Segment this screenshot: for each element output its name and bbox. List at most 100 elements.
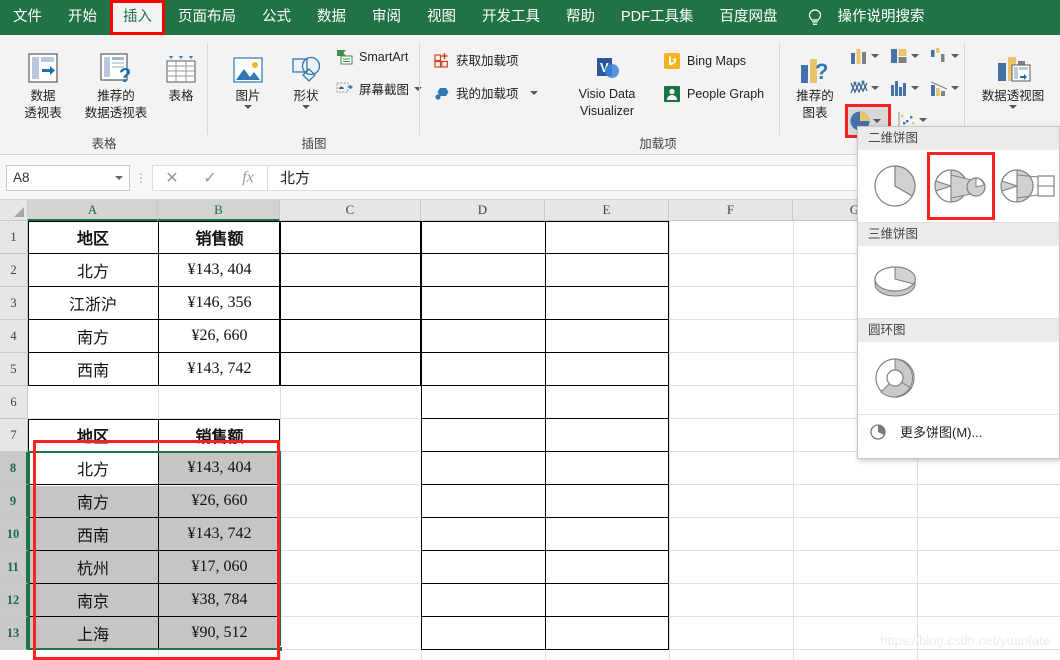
table-button[interactable]: 表格	[158, 45, 204, 104]
get-addins-button[interactable]: 获取加载项	[434, 50, 519, 69]
bar-of-pie-option[interactable]	[996, 155, 1058, 217]
row-header-11[interactable]: 11	[0, 551, 28, 584]
pie-chart-caret[interactable]	[873, 119, 881, 123]
my-addins-caret[interactable]	[529, 90, 538, 95]
smartart-button[interactable]: SmartArt	[336, 49, 408, 65]
shapes-button[interactable]: 形状	[280, 45, 332, 109]
row-header-8[interactable]: 8	[0, 452, 28, 485]
menu-item-pdf-tools[interactable]: PDF工具集	[608, 0, 707, 35]
cell-B7[interactable]: 销售额	[159, 419, 280, 451]
column-header-B[interactable]: B	[158, 200, 280, 221]
cell-A8[interactable]: 北方	[28, 452, 158, 484]
recommended-pivot-table-button[interactable]: ? 推荐的 数据透视表	[78, 45, 154, 121]
column-header-A[interactable]: A	[28, 200, 158, 221]
area-chart-caret[interactable]	[951, 86, 959, 90]
cell-A5[interactable]: 西南	[28, 353, 158, 385]
cell-B13[interactable]: ¥90, 512	[159, 617, 280, 649]
people-graph-button[interactable]: People Graph	[663, 85, 764, 103]
menu-item-formulas[interactable]: 公式	[249, 0, 304, 35]
cell-A3[interactable]: 江浙沪	[28, 287, 158, 319]
column-chart-caret[interactable]	[871, 54, 879, 58]
menu-item-baidu-netdisk[interactable]: 百度网盘	[707, 0, 791, 35]
menu-item-page-layout[interactable]: 页面布局	[165, 0, 249, 35]
picture-button[interactable]: 图片	[222, 45, 274, 109]
doughnut-option[interactable]	[864, 347, 926, 409]
cell-B12[interactable]: ¥38, 784	[159, 584, 280, 616]
tell-me-search[interactable]: 操作说明搜索	[825, 0, 938, 35]
column-header-D[interactable]: D	[421, 200, 545, 221]
cell-A7[interactable]: 地区	[28, 419, 158, 451]
row-header-6[interactable]: 6	[0, 386, 28, 419]
visio-data-visualizer-button[interactable]: V Visio Data Visualizer	[564, 43, 650, 119]
cell-A12[interactable]: 南京	[28, 584, 158, 616]
row-header-9[interactable]: 9	[0, 485, 28, 518]
pivot-chart-button[interactable]: 数据透视图	[971, 45, 1055, 109]
screenshot-button[interactable]: 屏幕截图	[336, 79, 423, 98]
row-header-13[interactable]: 13	[0, 617, 28, 650]
cell-B8[interactable]: ¥143, 404	[159, 452, 280, 484]
row-header-2[interactable]: 2	[0, 254, 28, 287]
waterfall-chart-button[interactable]	[928, 43, 962, 69]
hierarchy-chart-caret[interactable]	[911, 54, 919, 58]
bing-maps-button[interactable]: Bing Maps	[663, 52, 746, 70]
shapes-dropdown-caret[interactable]	[302, 105, 310, 109]
recommended-charts-button[interactable]: ? 推荐的 图表	[786, 45, 844, 121]
name-box-caret[interactable]	[115, 175, 123, 180]
cell-A4[interactable]: 南方	[28, 320, 158, 352]
pivot-chart-caret[interactable]	[1009, 105, 1017, 109]
menu-item-developer[interactable]: 开发工具	[469, 0, 553, 35]
menu-item-review[interactable]: 审阅	[359, 0, 414, 35]
picture-dropdown-caret[interactable]	[244, 105, 252, 109]
row-header-4[interactable]: 4	[0, 320, 28, 353]
cell-B2[interactable]: ¥143, 404	[159, 254, 280, 286]
menu-item-insert[interactable]: 插入	[110, 0, 165, 35]
waterfall-chart-caret[interactable]	[951, 54, 959, 58]
cell-B11[interactable]: ¥17, 060	[159, 551, 280, 583]
line-chart-caret[interactable]	[871, 86, 879, 90]
confirm-icon[interactable]: ✓	[191, 168, 229, 188]
formula-bar-grip[interactable]: ⋮	[134, 171, 148, 185]
row-header-12[interactable]: 12	[0, 584, 28, 617]
select-all-corner[interactable]	[0, 200, 28, 221]
menu-item-home[interactable]: 开始	[55, 0, 110, 35]
cell-B4[interactable]: ¥26, 660	[159, 320, 280, 352]
column-header-F[interactable]: F	[669, 200, 793, 221]
hierarchy-chart-button[interactable]	[888, 43, 922, 69]
more-pie-charts-menu-item[interactable]: 更多饼图(M)...	[858, 414, 1059, 448]
column-chart-button[interactable]	[848, 43, 882, 69]
cell-A10[interactable]: 西南	[28, 518, 158, 550]
area-chart-button[interactable]	[928, 75, 962, 101]
cell-B1[interactable]: 销售额	[159, 221, 280, 253]
insert-function-icon[interactable]: fx	[229, 169, 267, 187]
column-header-E[interactable]: E	[545, 200, 669, 221]
my-addins-button[interactable]: 我的加载项	[434, 83, 538, 102]
cancel-icon[interactable]: ✕	[153, 168, 191, 188]
cell-A13[interactable]: 上海	[28, 617, 158, 649]
pie-of-pie-option[interactable]	[927, 152, 995, 220]
cell-B5[interactable]: ¥143, 742	[159, 353, 280, 385]
cell-A9[interactable]: 南方	[28, 485, 158, 517]
pivot-table-button[interactable]: 数据 透视表	[12, 45, 74, 121]
row-header-1[interactable]: 1	[0, 221, 28, 254]
menu-item-file[interactable]: 文件	[0, 0, 55, 35]
row-header-3[interactable]: 3	[0, 287, 28, 320]
cell-B9[interactable]: ¥26, 660	[159, 485, 280, 517]
menu-item-view[interactable]: 视图	[414, 0, 469, 35]
name-box[interactable]: A8	[6, 164, 130, 191]
cell-A11[interactable]: 杭州	[28, 551, 158, 583]
row-header-7[interactable]: 7	[0, 419, 28, 452]
bar-chart-button[interactable]	[888, 75, 922, 101]
row-header-5[interactable]: 5	[0, 353, 28, 386]
line-chart-button[interactable]	[848, 75, 882, 101]
menu-item-data[interactable]: 数据	[304, 0, 359, 35]
pie-2d-option[interactable]	[864, 155, 926, 217]
row-header-10[interactable]: 10	[0, 518, 28, 551]
cell-A1[interactable]: 地区	[28, 221, 158, 253]
cell-B10[interactable]: ¥143, 742	[159, 518, 280, 550]
cell-B3[interactable]: ¥146, 356	[159, 287, 280, 319]
bar-chart-caret[interactable]	[911, 86, 919, 90]
column-header-C[interactable]: C	[280, 200, 421, 221]
pie-3d-option[interactable]	[864, 251, 926, 313]
cell-A2[interactable]: 北方	[28, 254, 158, 286]
scatter-chart-caret[interactable]	[919, 118, 927, 122]
